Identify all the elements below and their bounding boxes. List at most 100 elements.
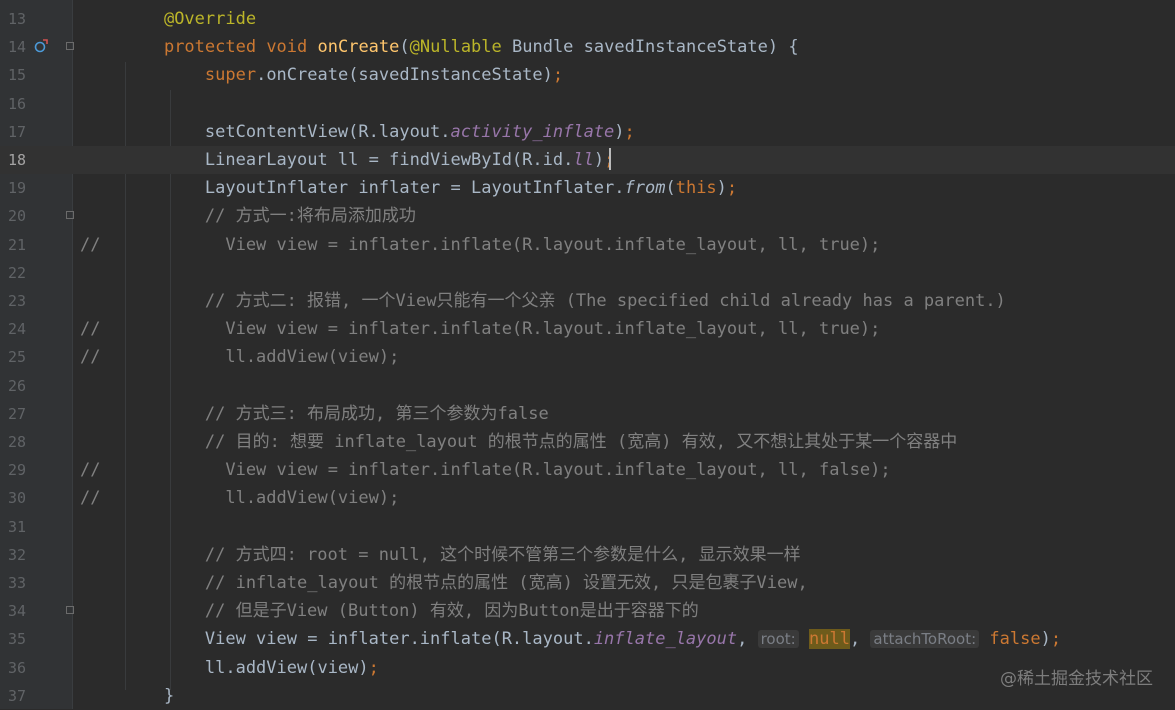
code-text: } (123, 682, 174, 710)
code-token: // inflate_layout 的根节点的属性 (宽高) 设置无效, 只是包… (123, 573, 808, 593)
code-token: // 目的: 想要 inflate_layout 的根节点的属性 (宽高) 有效… (123, 432, 958, 452)
code-token: // 方式二: 报错, 一个View只能有一个父亲 (The specified… (123, 291, 1006, 311)
code-token: protected (163, 37, 267, 58)
override-marker-icon[interactable] (34, 39, 48, 53)
line-number: 37 (7, 686, 26, 705)
code-text: super.onCreate(savedInstanceState); (123, 61, 563, 89)
code-token: .onCreate(savedInstanceState) (256, 65, 553, 86)
comment-marker: // (80, 234, 101, 255)
line-number: 13 (7, 10, 26, 28)
code-token: ll.addView(view); (123, 488, 400, 509)
code-line[interactable]: 23 // 方式二: 报错, 一个View只能有一个父亲 (The specif… (0, 287, 1175, 315)
code-line[interactable]: 30 // ll.addView(view); (0, 484, 1175, 512)
code-token: View view = inflater.inflate(R.layout.in… (123, 460, 891, 481)
code-text: LinearLayout ll = findViewById(R.id.ll); (123, 146, 614, 174)
code-token: LinearLayout ll = findViewById(R.id. (123, 150, 574, 170)
code-line[interactable]: 36 ll.addView(view); (0, 654, 1175, 682)
line-number: 17 (7, 122, 26, 141)
code-token: onCreate (317, 37, 400, 58)
code-line[interactable]: 35 View view = inflater.inflate(R.layout… (0, 625, 1175, 653)
code-line[interactable]: 15 super.onCreate(savedInstanceState); (0, 61, 1175, 89)
code-text: View view = inflater.inflate(R.layout.in… (123, 315, 880, 343)
code-text: // 方式四: root = null, 这个时候不管第三个参数是什么, 显示效… (123, 541, 801, 569)
code-token: this (675, 178, 717, 199)
code-line[interactable]: 19 LayoutInflater inflater = LayoutInfla… (0, 174, 1175, 202)
code-text: ll.addView(view); (123, 343, 399, 371)
code-token: ; (624, 121, 635, 142)
code-editor[interactable]: 13 @Override 14 protected void onCreate(@… (0, 0, 1175, 709)
line-number: 16 (7, 94, 26, 113)
comment-marker: // (80, 488, 101, 509)
code-line[interactable]: 33 // inflate_layout 的根节点的属性 (宽高) 设置无效, … (0, 569, 1175, 597)
code-token: from (624, 178, 666, 199)
comment-marker: // (80, 347, 101, 368)
code-line[interactable]: 13 @Override (0, 5, 1175, 33)
code-token: inflate_layout (593, 629, 738, 650)
code-token: View view = inflater.inflate(R.layout. (123, 629, 594, 650)
code-line[interactable]: 32 // 方式四: root = null, 这个时候不管第三个参数是什么, … (0, 541, 1175, 569)
line-number: 35 (7, 630, 26, 649)
line-number: 31 (7, 517, 26, 536)
code-token: // 方式一:将布局添加成功 (123, 206, 416, 227)
code-token: ) (614, 121, 625, 142)
code-text: // 方式一:将布局添加成功 (123, 202, 416, 230)
code-token: LayoutInflater inflater = LayoutInflater… (123, 178, 625, 199)
line-number: 15 (7, 66, 26, 85)
code-line[interactable]: 24 // View view = inflater.inflate(R.layo… (0, 315, 1175, 343)
code-token: ) (716, 178, 727, 199)
line-number: 18 (7, 151, 26, 169)
code-line[interactable]: 20 // 方式一:将布局添加成功 (0, 202, 1175, 230)
code-token: ) (593, 150, 605, 170)
watermark: @稀土掘金技术社区 (1000, 669, 1153, 689)
line-number: 19 (7, 179, 26, 198)
line-number: 14 (7, 38, 26, 57)
code-line[interactable]: 27 // 方式三: 布局成功, 第三个参数为false (0, 400, 1175, 428)
code-line[interactable]: 34 // 但是子View (Button) 有效, 因为Button是出于容器… (0, 597, 1175, 625)
code-text: // 目的: 想要 inflate_layout 的根节点的属性 (宽高) 有效… (123, 428, 957, 456)
code-line[interactable]: 37 } (0, 682, 1175, 710)
comment-marker: // (80, 319, 101, 340)
code-line[interactable]: 26 (0, 372, 1175, 400)
code-line[interactable]: 18 LinearLayout ll = findViewById(R.id.l… (0, 146, 1175, 174)
code-line[interactable]: 14 protected void onCreate(@Nullable Bun… (0, 33, 1175, 61)
fold-marker-icon[interactable] (66, 606, 74, 615)
code-token: setContentView(R.layout. (123, 121, 451, 142)
parameter-hint: attachToRoot: (870, 630, 980, 649)
code-line[interactable]: 22 (0, 259, 1175, 287)
line-number: 21 (7, 235, 26, 254)
code-line[interactable]: 25 // ll.addView(view); (0, 343, 1175, 371)
code-line[interactable]: 21 // View view = inflater.inflate(R.layo… (0, 231, 1175, 259)
fold-marker-icon[interactable] (66, 211, 74, 220)
code-token: @Nullable (409, 37, 512, 58)
line-number: 27 (7, 404, 26, 423)
code-token: @Override (163, 9, 257, 29)
code-line[interactable]: 17 setContentView(R.layout.activity_infl… (0, 118, 1175, 146)
code-token: ( (665, 178, 676, 199)
code-token: false (989, 629, 1041, 650)
code-text: // 但是子View (Button) 有效, 因为Button是出于容器下的 (123, 597, 699, 625)
code-text: // 方式二: 报错, 一个View只能有一个父亲 (The specified… (123, 287, 1006, 315)
line-number: 30 (7, 489, 26, 508)
code-text: ll.addView(view); (123, 484, 399, 512)
code-line[interactable]: 16 (0, 90, 1175, 118)
fold-marker-icon[interactable] (66, 42, 74, 51)
line-number: 28 (7, 433, 26, 451)
code-token: // 方式三: 布局成功, 第三个参数为false (123, 403, 549, 424)
line-number: 20 (7, 207, 26, 226)
line-number: 34 (7, 602, 26, 621)
code-token: ( (399, 37, 410, 58)
code-text: LayoutInflater inflater = LayoutInflater… (123, 174, 737, 202)
code-line[interactable]: 31 (0, 513, 1175, 541)
comment-marker: // (80, 460, 101, 481)
line-number: 23 (7, 292, 26, 310)
code-token: , (849, 629, 871, 650)
code-line[interactable]: 29 // View view = inflater.inflate(R.layo… (0, 456, 1175, 484)
code-line[interactable]: 28 // 目的: 想要 inflate_layout 的根节点的属性 (宽高)… (0, 428, 1175, 456)
line-number: 26 (7, 376, 26, 395)
code-text: protected void onCreate(@Nullable Bundle… (123, 33, 799, 61)
code-token: View view = inflater.inflate(R.layout.in… (123, 319, 881, 340)
